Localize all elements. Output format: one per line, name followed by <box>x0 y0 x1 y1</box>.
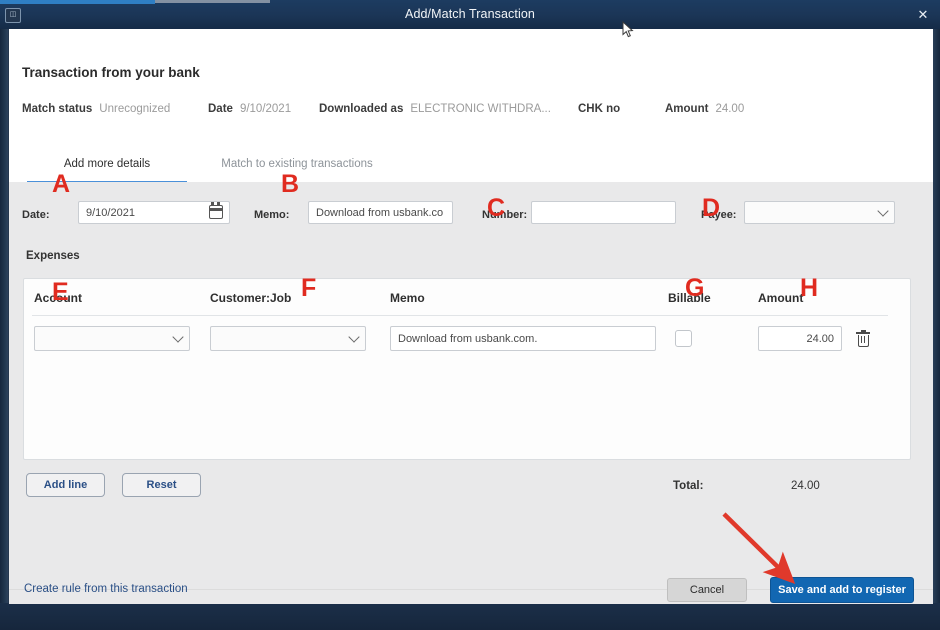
window-right-border <box>932 29 940 630</box>
add-line-button[interactable]: Add line <box>26 473 105 497</box>
row-account-select[interactable] <box>34 326 190 351</box>
row-customer-job-select[interactable] <box>210 326 366 351</box>
tab-add-more-details[interactable]: Add more details <box>27 149 187 183</box>
delete-row-icon[interactable] <box>856 329 870 347</box>
memo-label: Memo: <box>254 209 290 221</box>
reset-button[interactable]: Reset <box>122 473 201 497</box>
meta-date: Date 9/10/2021 <box>208 103 291 115</box>
number-input[interactable] <box>531 201 676 224</box>
meta-value: 9/10/2021 <box>239 103 292 115</box>
pointer-arrow <box>722 512 796 584</box>
page-title: Transaction from your bank <box>22 65 200 80</box>
meta-label: Downloaded as <box>319 103 404 115</box>
meta-match-status: Match status Unrecognized <box>22 103 170 115</box>
column-header-memo: Memo <box>390 291 425 305</box>
meta-amount: Amount 24.00 <box>665 103 744 115</box>
row-memo-input[interactable] <box>390 326 656 351</box>
tab-bar: Add more details Match to existing trans… <box>9 149 933 183</box>
window-left-border <box>0 29 8 630</box>
meta-value: Unrecognized <box>99 103 171 115</box>
meta-downloaded-as: Downloaded as ELECTRONIC WITHDRA... <box>319 103 551 115</box>
mouse-cursor <box>622 21 634 38</box>
window-bottom-border <box>0 603 940 630</box>
date-label: Date: <box>22 209 50 221</box>
total-label: Total: <box>673 480 704 492</box>
column-header-amount: Amount <box>758 291 804 305</box>
transaction-header: Transaction from your bank Match status U… <box>9 29 933 149</box>
close-icon[interactable]: ✕ <box>912 5 934 24</box>
annotation-letter-g: G <box>685 274 705 302</box>
meta-value: 24.00 <box>715 103 745 115</box>
annotation-letter-f: F <box>301 274 317 302</box>
expenses-card: Account Customer:Job Memo Billable Amoun… <box>23 278 911 460</box>
row-billable-checkbox[interactable] <box>675 330 692 347</box>
meta-label: Amount <box>665 103 709 115</box>
meta-label: Date <box>208 103 233 115</box>
header-divider <box>32 315 888 316</box>
annotation-letter-h: H <box>800 274 819 302</box>
meta-value: ELECTRONIC WITHDRA... <box>410 103 551 115</box>
transaction-meta-row: Match status Unrecognized Date 9/10/2021 D… <box>22 103 902 121</box>
annotation-letter-e: E <box>52 278 69 306</box>
memo-input[interactable] <box>308 201 453 224</box>
create-rule-link[interactable]: Create rule from this transaction <box>24 583 188 595</box>
window-titlebar: ◫ Add/Match Transaction ✕ <box>0 0 940 30</box>
window-title: Add/Match Transaction <box>405 7 535 21</box>
payee-select[interactable] <box>744 201 895 224</box>
meta-label: Match status <box>22 103 93 115</box>
total-value: 24.00 <box>791 480 820 492</box>
row-amount-input[interactable] <box>758 326 842 351</box>
column-header-customer-job: Customer:Job <box>210 291 292 305</box>
meta-label: CHK no <box>578 103 621 115</box>
expenses-section-title: Expenses <box>26 250 80 262</box>
date-input[interactable] <box>78 201 230 224</box>
calendar-icon[interactable] <box>208 202 223 219</box>
annotation-letter-a: A <box>52 170 71 198</box>
annotation-letter-d: D <box>702 194 721 222</box>
screen-root: ◫ Add/Match Transaction ✕ Transaction fr… <box>0 0 940 630</box>
annotation-letter-b: B <box>281 170 300 198</box>
annotation-letter-c: C <box>487 194 506 222</box>
meta-chk-no: CHK no <box>578 103 627 115</box>
